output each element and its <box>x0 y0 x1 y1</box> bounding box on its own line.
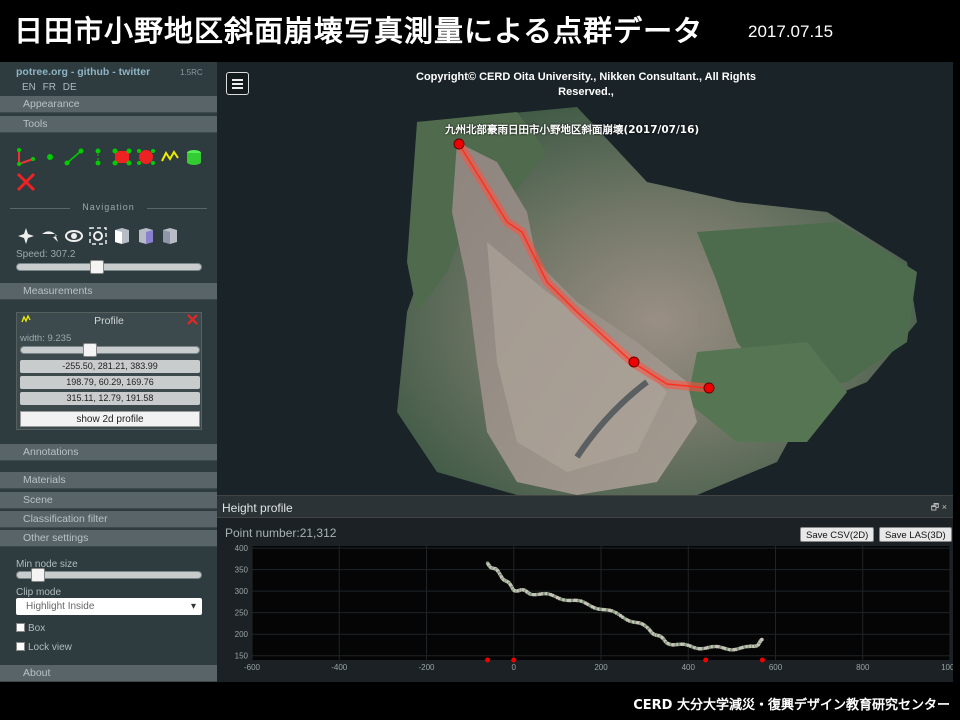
section-about[interactable]: About <box>0 665 217 682</box>
point-count: Point number:21,312 <box>225 526 337 540</box>
section-classification-filter[interactable]: Classification filter <box>0 511 217 528</box>
clip-mode-label: Clip mode <box>16 587 62 598</box>
clip-mode-select[interactable]: Highlight Inside <box>16 598 202 615</box>
tools-row <box>16 145 204 169</box>
tools-row-2 <box>16 170 36 194</box>
profile-width-knob[interactable] <box>83 343 98 357</box>
panel-window-controls[interactable]: 🗗 × <box>931 500 947 516</box>
area-tool-icon[interactable] <box>112 147 132 167</box>
section-scene[interactable]: Scene <box>0 492 217 509</box>
speed-label: Speed: 307.2 <box>16 249 76 260</box>
show-2d-profile-button[interactable]: show 2d profile <box>20 411 200 427</box>
section-appearance[interactable]: Appearance <box>0 96 217 113</box>
x-tick-label: -600 <box>244 663 261 672</box>
profile-title: Profile <box>94 315 124 327</box>
section-other-settings[interactable]: Other settings <box>0 530 217 547</box>
profile-measurement-panel: Profile width: 9.235 -255.50, 281.21, 38… <box>16 312 202 430</box>
version-label: 1.5RC <box>180 68 203 77</box>
distance-tool-icon[interactable] <box>64 147 84 167</box>
height-profile-title: Height profile <box>222 501 293 515</box>
x-tick-label: -200 <box>418 663 435 672</box>
min-node-size-label: Min node size <box>16 559 78 570</box>
remove-all-icon[interactable] <box>16 172 36 192</box>
left-view-icon[interactable] <box>112 226 132 246</box>
fly-mode-icon[interactable] <box>16 226 36 246</box>
box-option[interactable]: Box <box>16 623 45 634</box>
section-tools[interactable]: Tools <box>0 116 217 133</box>
speed-slider-knob[interactable] <box>90 260 105 274</box>
orbit-mode-icon[interactable] <box>40 226 60 246</box>
profile-coordinate: 198.79, 60.29, 169.76 <box>20 376 200 389</box>
focus-icon[interactable] <box>88 226 108 246</box>
volume-tool-icon[interactable] <box>136 147 156 167</box>
profile-width-label: width: 9.235 <box>20 333 72 344</box>
sidebar: potree.org - github - twitter 1.5RC EN F… <box>0 62 217 682</box>
section-annotations[interactable]: Annotations <box>0 444 217 461</box>
close-icon[interactable] <box>187 314 198 330</box>
front-view-icon[interactable] <box>136 226 156 246</box>
lock-view-checkbox[interactable] <box>16 642 25 651</box>
y-tick-label: 250 <box>235 609 249 618</box>
profile-panel-header: Profile <box>17 313 201 329</box>
page-date: 2017.07.15 <box>748 22 834 41</box>
save-csv-button[interactable]: Save CSV(2D) <box>800 527 875 542</box>
x-tick-label: 200 <box>594 663 608 672</box>
profile-start-marker[interactable] <box>453 138 465 150</box>
menu-toggle-button[interactable] <box>226 72 249 95</box>
lock-view-option[interactable]: Lock view <box>16 642 72 653</box>
height-profile-chart[interactable]: 400 350 300 250 200 150 -600 -400 -200 0 200 400 600… <box>217 544 953 683</box>
earth-mode-icon[interactable] <box>64 226 84 246</box>
box-checkbox[interactable] <box>16 623 25 632</box>
site-annotation[interactable]: 九州北部豪雨日田市小野地区斜面崩壊(2017/07/16) <box>445 122 699 137</box>
profile-coordinate: -255.50, 281.21, 383.99 <box>20 360 200 373</box>
lock-view-label: Lock view <box>28 642 72 653</box>
angle-tool-icon[interactable] <box>16 147 36 167</box>
x-tick-label: -400 <box>331 663 348 672</box>
x-tick-label: 400 <box>682 663 696 672</box>
point-tool-icon[interactable] <box>40 147 60 167</box>
navigation-row <box>16 224 180 248</box>
profile-point <box>760 637 764 642</box>
profile-vertex-marker <box>703 657 709 663</box>
profile-tool-icon[interactable] <box>160 147 180 167</box>
profile-coordinate: 315.11, 12.79, 191.58 <box>20 392 200 405</box>
speed-slider[interactable] <box>16 260 202 274</box>
y-tick-label: 200 <box>235 630 249 639</box>
x-tick-label: 0 <box>512 663 517 672</box>
y-tick-label: 350 <box>235 566 249 575</box>
y-tick-label: 150 <box>235 652 249 661</box>
profile-vertex-marker <box>759 657 765 663</box>
x-tick-label: 800 <box>856 663 870 672</box>
top-view-icon[interactable] <box>160 226 180 246</box>
footer-credit: CERD 大分大学減災・復興デザイン教育研究センター <box>633 698 950 713</box>
y-tick-label: 300 <box>235 587 249 596</box>
footer-band: CERD 大分大学減災・復興デザイン教育研究センター <box>0 682 960 720</box>
copyright-notice: Copyright© CERD Oita University., Nikken… <box>416 71 756 98</box>
profile-vertex-marker <box>511 657 517 663</box>
title-band: 日田市小野地区斜面崩壊写真測量による点群データ 2017.07.15 <box>0 0 960 62</box>
clip-volume-icon[interactable] <box>184 147 204 167</box>
save-las-button[interactable]: Save LAS(3D) <box>879 527 952 542</box>
height-tool-icon[interactable] <box>88 147 108 167</box>
profile-mid-marker[interactable] <box>628 356 640 368</box>
point-cloud-viewport[interactable]: Copyright© CERD Oita University., Nikken… <box>217 62 953 495</box>
x-tick-label: 600 <box>769 663 783 672</box>
navigation-label: Navigation <box>0 202 217 212</box>
profile-width-slider[interactable] <box>20 343 200 357</box>
height-profile-panel: Height profile 🗗 × Point number:21,312 S… <box>217 495 953 682</box>
section-measurements[interactable]: Measurements <box>0 283 217 300</box>
profile-end-marker[interactable] <box>703 382 715 394</box>
language-selector[interactable]: EN FR DE <box>22 82 77 93</box>
project-links[interactable]: potree.org - github - twitter <box>16 66 150 78</box>
min-node-size-knob[interactable] <box>30 568 45 582</box>
profile-icon <box>21 313 31 329</box>
page-title: 日田市小野地区斜面崩壊写真測量による点群データ <box>14 14 704 48</box>
profile-vertex-marker <box>485 657 491 663</box>
y-tick-label: 400 <box>235 544 249 553</box>
min-node-size-slider[interactable] <box>16 568 202 582</box>
section-materials[interactable]: Materials <box>0 472 217 489</box>
box-label: Box <box>28 623 46 634</box>
height-profile-header: Height profile 🗗 × <box>217 496 953 518</box>
x-tick-label: 1000 <box>941 663 953 672</box>
